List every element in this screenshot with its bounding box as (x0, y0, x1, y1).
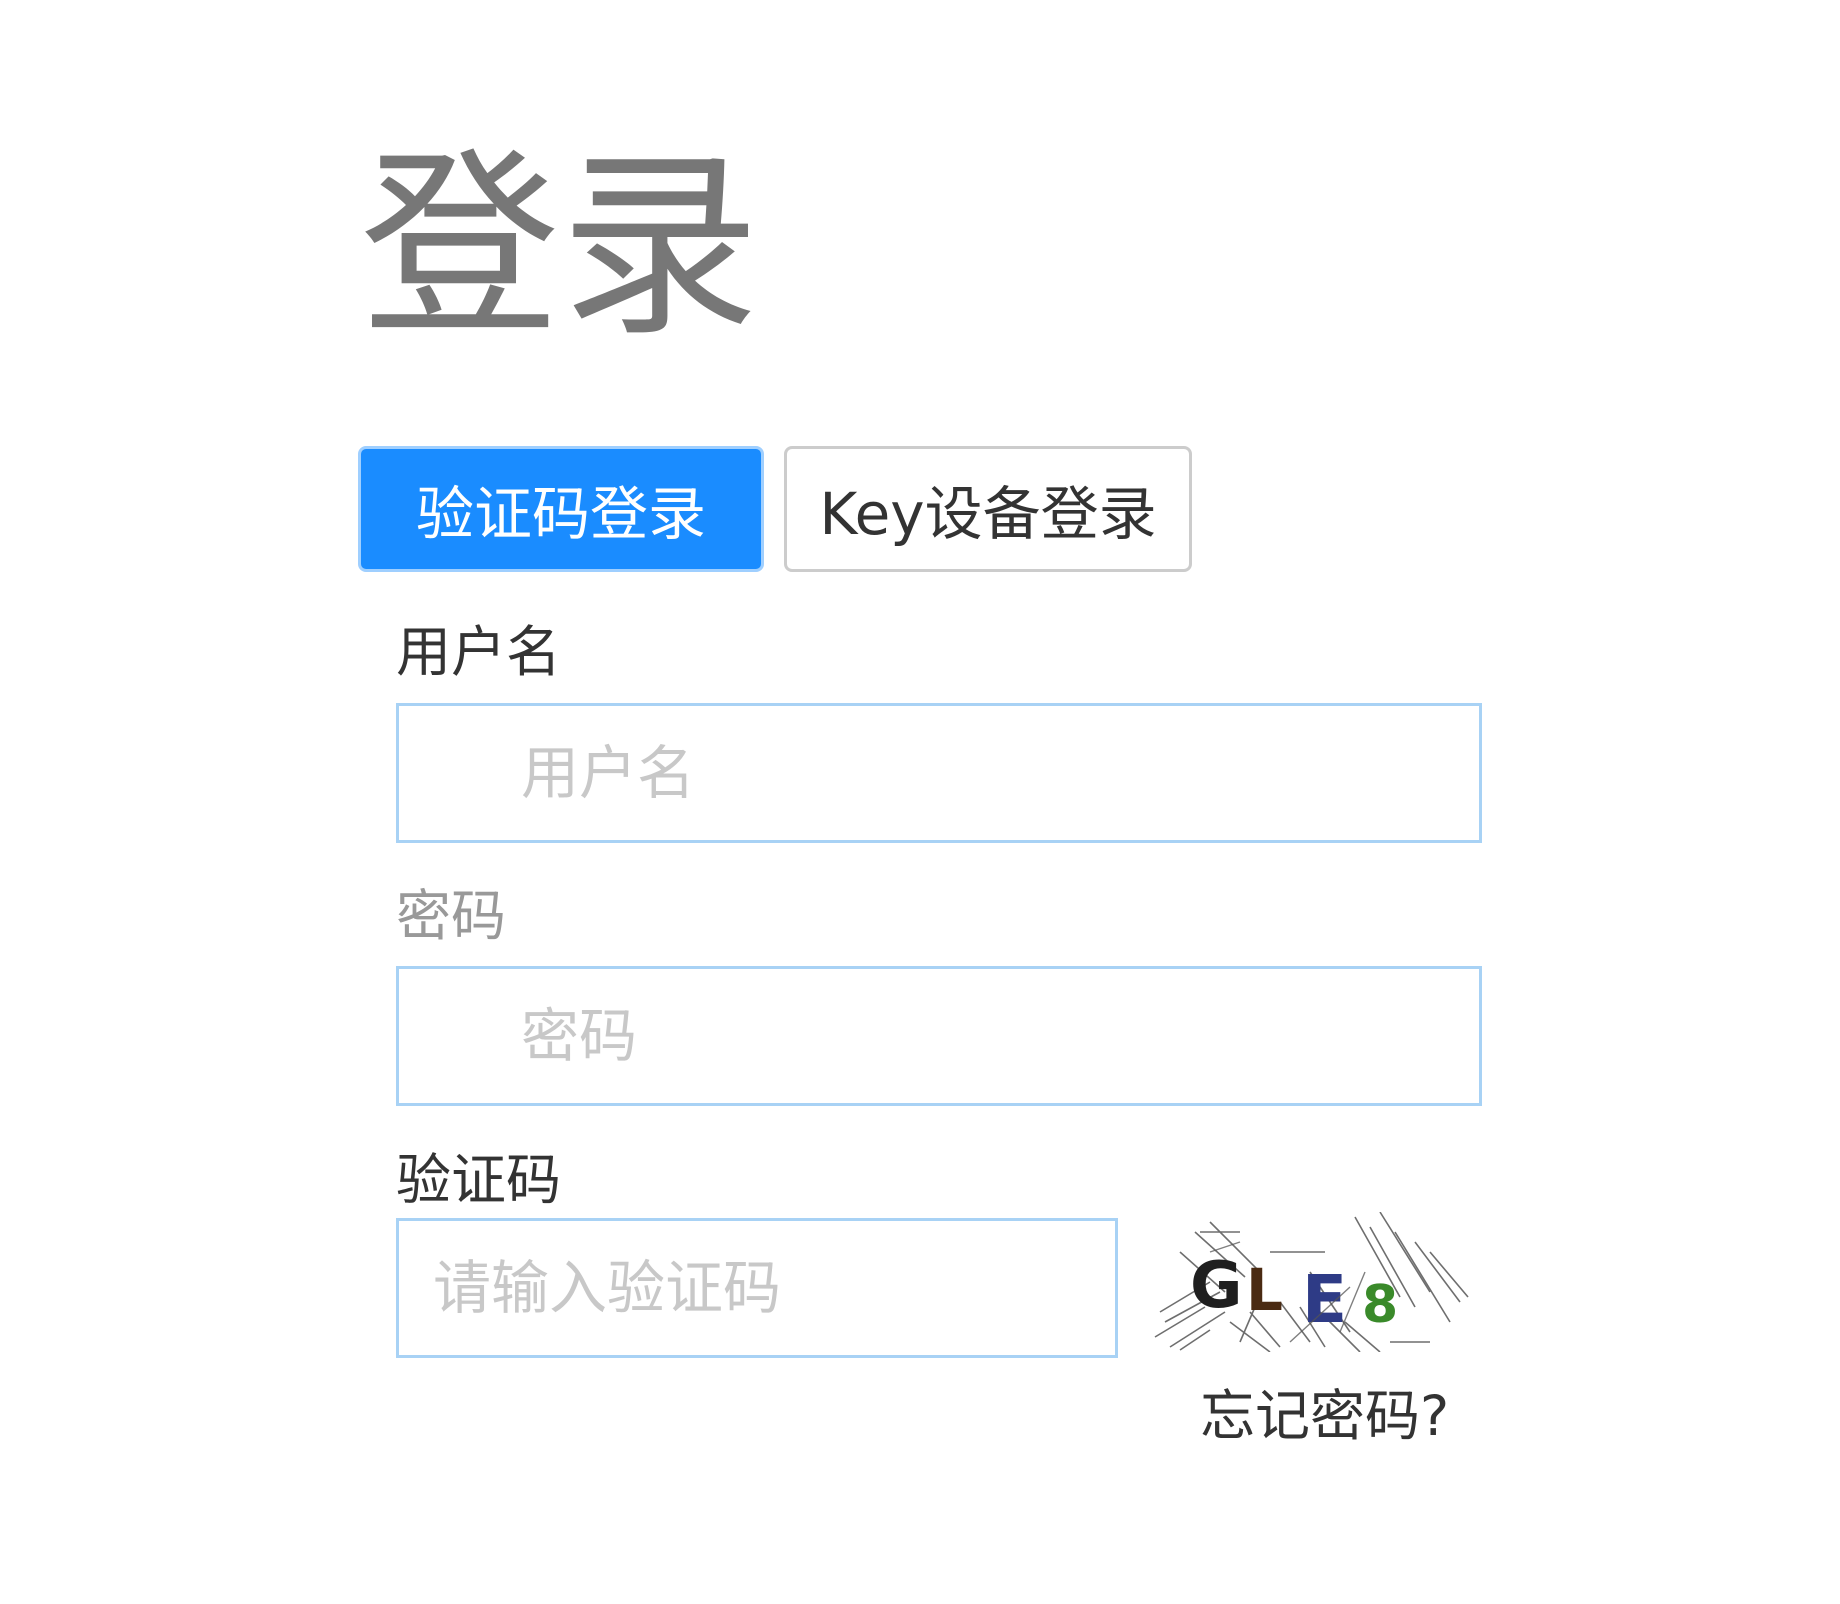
captcha-char-3: E (1302, 1261, 1347, 1338)
tab-captcha-login[interactable]: 验证码登录 (358, 446, 764, 572)
captcha-char-4: 8 (1362, 1275, 1398, 1335)
forgot-password-link[interactable]: 忘记密码? (1200, 1386, 1449, 1446)
tab-key-device-login[interactable]: Key设备登录 (784, 446, 1192, 572)
page-title: 登录 (360, 131, 761, 364)
username-label: 用户名 (396, 620, 562, 684)
captcha-label: 验证码 (396, 1148, 562, 1212)
captcha-char-2: L (1246, 1256, 1283, 1324)
username-input[interactable] (396, 703, 1482, 843)
captcha-input[interactable] (396, 1218, 1118, 1358)
captcha-image[interactable]: G L E 8 (1150, 1212, 1470, 1352)
captcha-char-1: G (1190, 1249, 1243, 1323)
password-input[interactable] (396, 966, 1482, 1106)
password-label: 密码 (396, 884, 507, 948)
